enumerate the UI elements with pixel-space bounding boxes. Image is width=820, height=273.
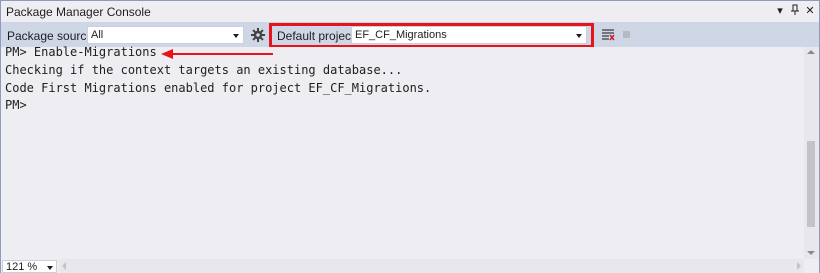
zoom-value: 121 % <box>6 261 38 273</box>
package-source-value: All <box>91 29 104 41</box>
window-title: Package Manager Console <box>6 5 151 19</box>
console-line: PM> Enable-Migrations <box>5 45 157 59</box>
scroll-left-icon[interactable] <box>62 262 66 270</box>
console-prompt: PM> <box>5 98 27 112</box>
annotation-arrow <box>161 49 273 59</box>
stop-icon[interactable] <box>623 31 630 38</box>
close-icon[interactable]: ✕ <box>803 4 817 18</box>
console-output[interactable]: PM> Enable-Migrations Checking if the co… <box>2 45 804 259</box>
chevron-down-icon <box>47 266 53 270</box>
pin-icon[interactable] <box>788 4 802 18</box>
scroll-down-icon[interactable] <box>807 251 815 255</box>
chevron-down-icon <box>233 34 239 38</box>
console-line: Code First Migrations enabled for projec… <box>5 81 432 95</box>
scroll-right-icon[interactable] <box>797 262 801 270</box>
package-manager-console-window: Package Manager Console ▾ ✕ Package sour… <box>0 0 820 273</box>
clear-console-icon[interactable] <box>601 28 615 42</box>
scroll-thumb[interactable] <box>807 141 815 227</box>
bottom-bar: 121 % <box>1 259 819 273</box>
package-source-label: Package source: <box>7 29 97 43</box>
zoom-dropdown[interactable]: 121 % <box>2 260 57 273</box>
package-source-dropdown[interactable]: All <box>87 26 244 44</box>
title-bar: Package Manager Console ▾ ✕ <box>1 1 819 23</box>
default-project-highlight <box>269 23 594 48</box>
horizontal-scrollbar[interactable] <box>59 259 804 273</box>
window-position-dropdown-icon[interactable]: ▾ <box>773 4 787 18</box>
vertical-scrollbar[interactable] <box>804 47 819 259</box>
console-line: Checking if the context targets an exist… <box>5 63 403 77</box>
scroll-up-icon[interactable] <box>807 50 815 54</box>
gear-icon[interactable] <box>250 27 266 43</box>
